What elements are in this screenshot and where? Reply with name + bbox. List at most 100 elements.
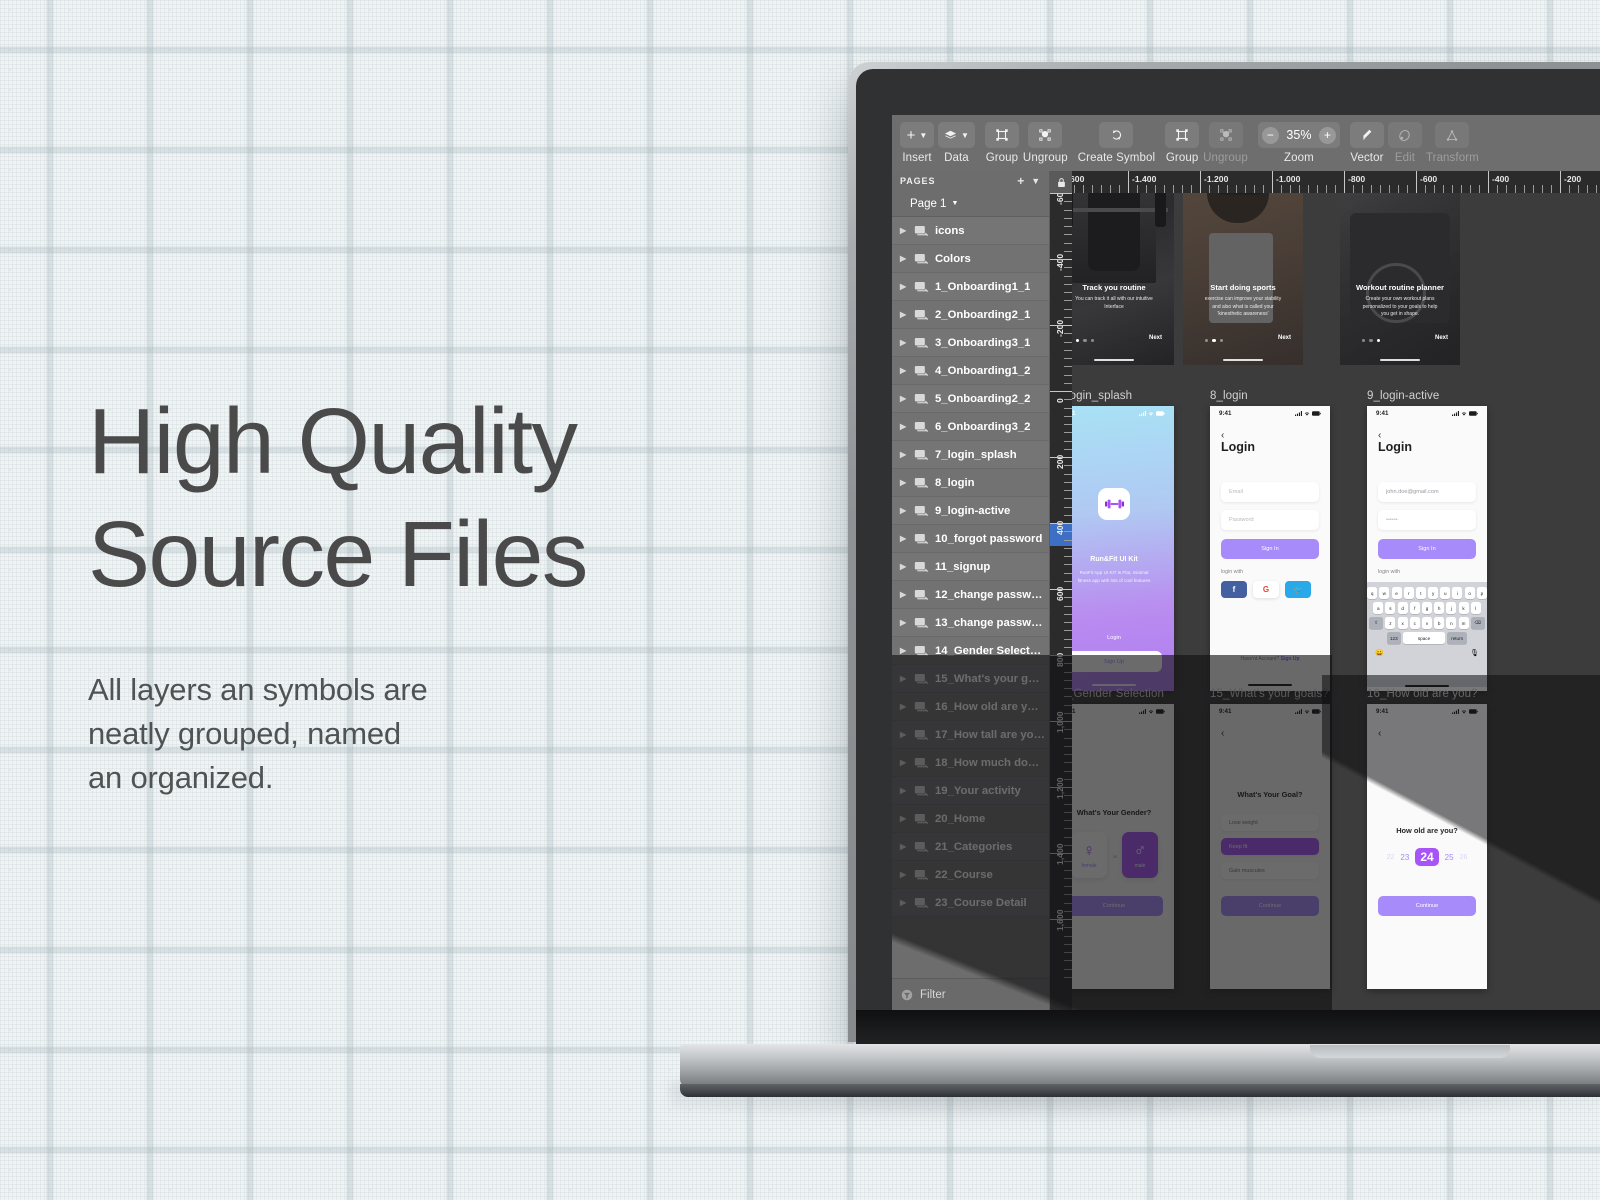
age-23[interactable]: 23 bbox=[1400, 853, 1409, 862]
chevron-right-icon[interactable]: ▶ bbox=[900, 478, 908, 487]
goal-option-keep-fit[interactable]: Keep fit bbox=[1221, 838, 1319, 855]
chevron-right-icon[interactable]: ▶ bbox=[900, 506, 908, 515]
layer-row[interactable]: ▶ 9_login-active bbox=[892, 497, 1049, 525]
ungroup-button-2[interactable] bbox=[1208, 122, 1243, 148]
next-button-1[interactable]: Next bbox=[1149, 335, 1162, 341]
artboard-2-onboarding2-1[interactable]: Start doing sports exercise can improve … bbox=[1183, 193, 1303, 365]
chevron-right-icon[interactable]: ▶ bbox=[900, 562, 908, 571]
signin-button[interactable]: Sign In bbox=[1378, 539, 1476, 559]
toolbar-item-ungroup-2[interactable]: Ungroup bbox=[1203, 115, 1248, 164]
ungroup-button[interactable] bbox=[1028, 122, 1063, 148]
layer-row[interactable]: ▶ 20_Home bbox=[892, 805, 1049, 833]
chevron-right-icon[interactable]: ▶ bbox=[900, 730, 908, 739]
gender-option-male[interactable]: ♂ male bbox=[1122, 832, 1158, 878]
zoom-in-button[interactable]: + bbox=[1318, 126, 1336, 144]
social-buttons[interactable]: f G 🐦 bbox=[1221, 581, 1311, 598]
layer-row[interactable]: ▶ 4_Onboarding1_2 bbox=[892, 357, 1049, 385]
chevron-right-icon[interactable]: ▶ bbox=[900, 422, 908, 431]
key-space[interactable]: space bbox=[1403, 632, 1445, 644]
chevron-left-icon[interactable]: ‹ bbox=[1378, 728, 1381, 739]
key-s[interactable]: s bbox=[1385, 602, 1396, 614]
chevron-left-icon[interactable]: ‹ bbox=[1221, 728, 1224, 739]
keyboard-row-3[interactable]: ⇧ z x c v b n m ⌫ bbox=[1367, 617, 1487, 629]
age-22[interactable]: 22 bbox=[1387, 854, 1395, 861]
layers-list[interactable]: ▶ icons ▶ Colors ▶ 1_Onboarding1_1 ▶ 2_Onboardi… bbox=[892, 217, 1049, 978]
password-field-filled[interactable]: •••••• bbox=[1378, 510, 1476, 530]
splash-login-link[interactable]: Login bbox=[1072, 635, 1174, 641]
age-picker[interactable]: 22 23 24 25 26 bbox=[1367, 848, 1487, 866]
layer-row[interactable]: ▶ 18_How much do… bbox=[892, 749, 1049, 777]
google-icon[interactable]: G bbox=[1253, 581, 1279, 598]
edit-button[interactable] bbox=[1387, 122, 1422, 148]
password-field[interactable]: Password bbox=[1221, 510, 1319, 530]
chevron-right-icon[interactable]: ▶ bbox=[900, 814, 908, 823]
chevron-right-icon[interactable]: ▶ bbox=[900, 310, 908, 319]
ruler-lock-button[interactable] bbox=[1050, 171, 1072, 193]
twitter-icon[interactable]: 🐦 bbox=[1285, 581, 1311, 598]
layer-row[interactable]: ▶ 22_Course bbox=[892, 861, 1049, 889]
plus-icon[interactable]: + bbox=[1017, 174, 1025, 188]
chevron-right-icon[interactable]: ▶ bbox=[900, 282, 908, 291]
key-m[interactable]: m bbox=[1458, 617, 1469, 629]
design-canvas[interactable]: Track you routine You can track it all w… bbox=[1072, 193, 1600, 1010]
goal-option-gain-muscules[interactable]: Gain muscules bbox=[1221, 862, 1319, 879]
toolbar-item-data[interactable]: ▼ Data bbox=[938, 115, 975, 164]
keyboard-row-2[interactable]: asdfghjkl bbox=[1367, 602, 1487, 614]
insert-button[interactable]: + ▼ bbox=[900, 122, 934, 148]
age-26[interactable]: 26 bbox=[1460, 854, 1468, 861]
key-f[interactable]: f bbox=[1409, 602, 1420, 614]
keyboard-row-4[interactable]: 123 space return bbox=[1367, 632, 1487, 644]
layer-row[interactable]: ▶ 10_forgot password bbox=[892, 525, 1049, 553]
artboard-label-7[interactable]: 7_login_splash bbox=[1072, 390, 1132, 402]
toolbar-item-group-2[interactable]: Group bbox=[1165, 115, 1200, 164]
layer-row[interactable]: ▶ 5_Onboarding2_2 bbox=[892, 385, 1049, 413]
horizontal-ruler[interactable]: -1.600 -1.400 -1.200 -1.000 -800 -600 -400 -200 bbox=[1050, 171, 1600, 193]
email-field[interactable]: Email bbox=[1221, 482, 1319, 502]
chevron-right-icon[interactable]: ▶ bbox=[900, 702, 908, 711]
key-l[interactable]: l bbox=[1470, 602, 1481, 614]
artboard-8-login[interactable]: 9:41 ‹ Login Email Password Sign In logi… bbox=[1210, 406, 1330, 691]
key-y[interactable]: y bbox=[1428, 587, 1439, 599]
layer-row[interactable]: ▶ 12_change passw… bbox=[892, 581, 1049, 609]
chevron-right-icon[interactable]: ▶ bbox=[900, 338, 908, 347]
toolbar-item-ungroup-1[interactable]: Ungroup bbox=[1023, 115, 1068, 164]
vector-button[interactable] bbox=[1349, 122, 1384, 148]
toolbar-item-vector[interactable]: Vector bbox=[1349, 115, 1384, 164]
email-field-filled[interactable]: john.doe@gmail.com bbox=[1378, 482, 1476, 502]
continue-button[interactable]: Continue bbox=[1221, 896, 1319, 916]
key-a[interactable]: a bbox=[1373, 602, 1384, 614]
layer-row[interactable]: ▶ Colors bbox=[892, 245, 1049, 273]
layer-row[interactable]: ▶ 2_Onboarding2_1 bbox=[892, 301, 1049, 329]
artboard-1-onboarding1-1[interactable]: Track you routine You can track it all w… bbox=[1072, 193, 1174, 365]
key-u[interactable]: u bbox=[1440, 587, 1451, 599]
continue-button[interactable]: Continue bbox=[1072, 896, 1163, 916]
key-g[interactable]: g bbox=[1422, 602, 1432, 614]
artboard-14-gender-selection[interactable]: 9:41 ‹ What's Your Gender? ♀ female or ♂ bbox=[1072, 704, 1174, 989]
toolbar-item-group-1[interactable]: Group bbox=[984, 115, 1019, 164]
key-r[interactable]: r bbox=[1403, 587, 1414, 599]
chevron-right-icon[interactable]: ▶ bbox=[900, 674, 908, 683]
key-⌫[interactable]: ⌫ bbox=[1470, 617, 1485, 629]
chevron-right-icon[interactable]: ▶ bbox=[900, 366, 908, 375]
key-v[interactable]: v bbox=[1422, 617, 1432, 629]
artboard-7-login-splash[interactable]: 9:41 Run&Fit UI K bbox=[1072, 406, 1174, 691]
key-123[interactable]: 123 bbox=[1386, 632, 1401, 644]
emoji-icon[interactable]: 😀 bbox=[1375, 649, 1384, 657]
key-⇧[interactable]: ⇧ bbox=[1369, 617, 1384, 629]
layer-row[interactable]: ▶ 21_Categories bbox=[892, 833, 1049, 861]
keyboard-row-1[interactable]: qwertyuiop bbox=[1367, 587, 1487, 599]
signin-button[interactable]: Sign In bbox=[1221, 539, 1319, 559]
chevron-right-icon[interactable]: ▶ bbox=[900, 646, 908, 655]
artboard-label-15[interactable]: 15_What's your goals? bbox=[1210, 688, 1329, 700]
layer-row[interactable]: ▶ 13_change passw… bbox=[892, 609, 1049, 637]
artboard-label-9[interactable]: 9_login-active bbox=[1367, 390, 1439, 402]
layer-row[interactable]: ▶ 14_Gender Select… bbox=[892, 637, 1049, 665]
data-button[interactable]: ▼ bbox=[938, 122, 975, 148]
key-c[interactable]: c bbox=[1409, 617, 1420, 629]
layer-filter-bar[interactable]: Filter bbox=[892, 978, 1049, 1010]
key-n[interactable]: n bbox=[1446, 617, 1457, 629]
chevron-right-icon[interactable]: ▶ bbox=[900, 870, 908, 879]
chevron-right-icon[interactable]: ▶ bbox=[900, 758, 908, 767]
layer-row[interactable]: ▶ 3_Onboarding3_1 bbox=[892, 329, 1049, 357]
layer-row[interactable]: ▶ 19_Your activity bbox=[892, 777, 1049, 805]
